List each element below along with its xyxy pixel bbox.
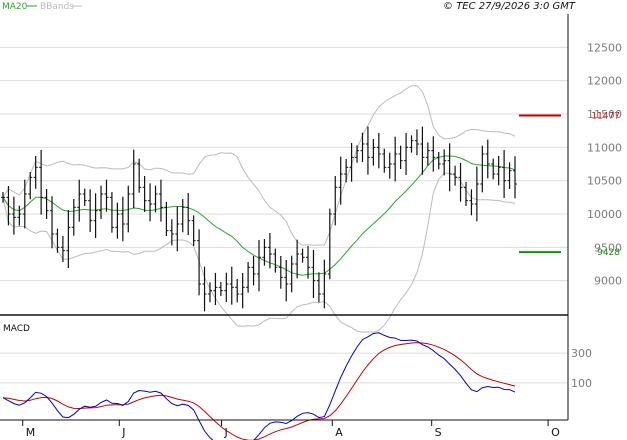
month-label: J <box>224 426 228 439</box>
price-tick-label: 11500 <box>587 108 622 121</box>
price-tick-label: 9500 <box>594 241 622 254</box>
legend-ma20-label: MA20 <box>2 2 28 12</box>
stock-chart: 114779428 900095001000010500110001150012… <box>0 1 622 440</box>
month-label: O <box>551 426 560 439</box>
price-tick-label: 12000 <box>587 75 622 88</box>
price-tick-label: 10500 <box>587 175 622 188</box>
legend: MA20 BBands <box>2 2 82 12</box>
macd-title: MACD <box>3 324 30 334</box>
month-label: M <box>26 426 36 439</box>
price-tick-label: 11000 <box>587 141 622 154</box>
month-label: S <box>435 426 442 439</box>
month-label: A <box>335 426 343 439</box>
month-label: J <box>121 426 125 439</box>
price-tick-label: 10000 <box>587 208 622 221</box>
legend-bbands-label: BBands <box>40 2 74 12</box>
macd-tick-label: 100 <box>571 377 592 390</box>
price-tick-label: 12500 <box>587 41 622 54</box>
macd-tick-label: 300 <box>571 347 592 360</box>
copyright-label: © TEC 27/9/2026 3:0 GMT <box>443 1 576 12</box>
macd-panel <box>0 316 568 420</box>
price-tick-label: 9000 <box>594 275 622 288</box>
